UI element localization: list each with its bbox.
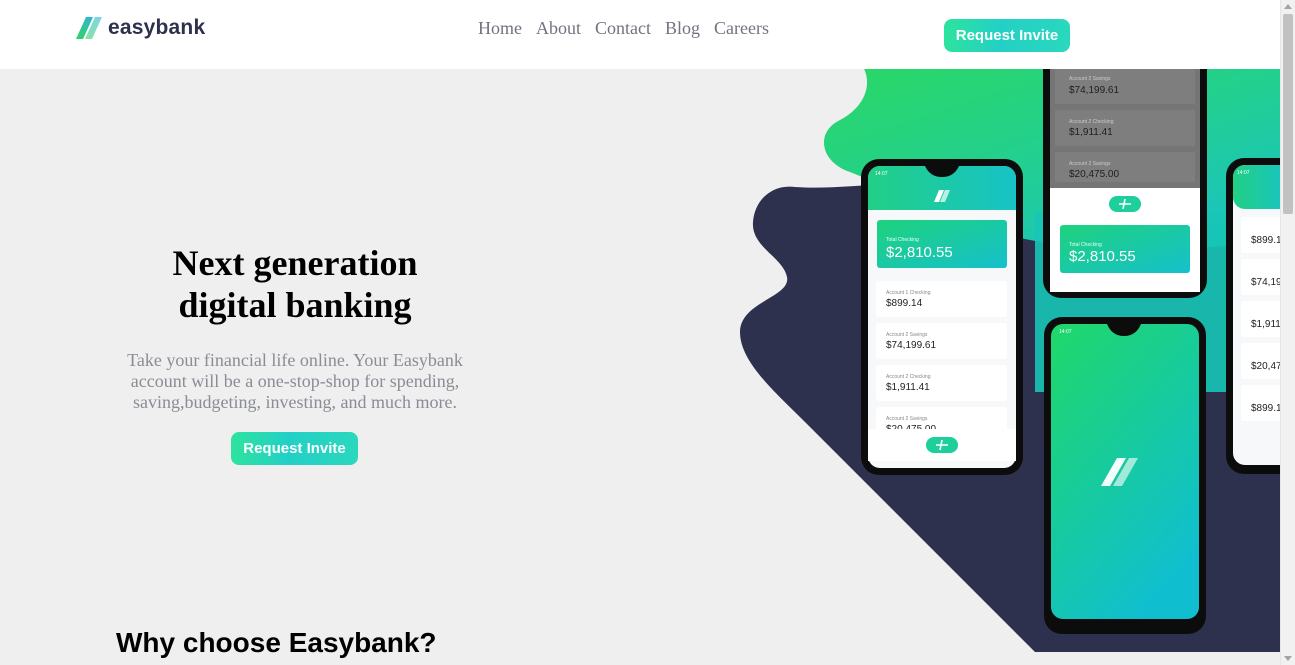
svg-text:Account 2 Savings: Account 2 Savings bbox=[1069, 76, 1111, 82]
hero-title-line1: Next generation bbox=[172, 243, 418, 283]
svg-text:Account 2 Checking: Account 2 Checking bbox=[1069, 119, 1114, 125]
why-choose-title: Why choose Easybank? bbox=[116, 627, 437, 658]
svg-text:$20,47: $20,47 bbox=[1251, 361, 1280, 372]
hero-title: Next generation digital banking bbox=[130, 242, 460, 326]
nav-blog[interactable]: Blog bbox=[665, 18, 700, 39]
svg-text:$2,810.55: $2,810.55 bbox=[1069, 248, 1136, 265]
svg-text:Account 2 Checking: Account 2 Checking bbox=[886, 374, 931, 380]
brand-name: easybank bbox=[108, 16, 206, 39]
phone-left-total-label: Total Checking bbox=[886, 237, 919, 243]
hero-title-line2: digital banking bbox=[178, 285, 412, 325]
hero-description: Take your financial life online. Your Ea… bbox=[127, 350, 463, 412]
svg-text:Account 2 Savings: Account 2 Savings bbox=[886, 332, 928, 338]
svg-text:Account 2 Savings: Account 2 Savings bbox=[1069, 161, 1111, 167]
svg-text:$1,911.: $1,911. bbox=[1251, 319, 1280, 330]
page-scrollbar[interactable] bbox=[1280, 0, 1295, 665]
scroll-thumb[interactable] bbox=[1283, 14, 1293, 214]
header-request-invite-button[interactable]: Request Invite bbox=[944, 19, 1070, 52]
scroll-down-icon[interactable] bbox=[1284, 656, 1292, 661]
phone-left-total-value: $2,810.55 bbox=[886, 244, 953, 261]
svg-text:$899.1: $899.1 bbox=[1251, 235, 1280, 246]
brand-logo[interactable]: easybank bbox=[76, 16, 205, 40]
phones-mockup-image: 14:07 Total Checking $2,810.55 Account 1… bbox=[740, 62, 1280, 652]
svg-text:14:07: 14:07 bbox=[1237, 170, 1250, 176]
svg-text:$74,199.61: $74,199.61 bbox=[1069, 85, 1119, 96]
svg-text:Account 1 Checking: Account 1 Checking bbox=[886, 290, 931, 296]
phone-right: 14:07 $899.1 $74,19 $1,911. $20,47 $899.… bbox=[1226, 158, 1280, 474]
phone-top: Account 2 Savings $74,199.61 Account 2 C… bbox=[1043, 62, 1207, 298]
nav-about[interactable]: About bbox=[536, 18, 581, 39]
svg-text:$1,911.41: $1,911.41 bbox=[1069, 127, 1113, 138]
svg-text:Account 2 Savings: Account 2 Savings bbox=[886, 416, 928, 422]
main-nav: Home About Contact Blog Careers bbox=[478, 18, 769, 39]
site-header: easybank Home About Contact Blog Careers… bbox=[0, 0, 1280, 69]
svg-text:$74,199.61: $74,199.61 bbox=[886, 340, 936, 351]
svg-text:$899.1: $899.1 bbox=[1251, 403, 1280, 414]
nav-home[interactable]: Home bbox=[478, 18, 522, 39]
nav-contact[interactable]: Contact bbox=[595, 18, 651, 39]
svg-text:$20,475.00: $20,475.00 bbox=[1069, 169, 1119, 180]
svg-text:$1,911.41: $1,911.41 bbox=[886, 382, 930, 393]
svg-text:14:07: 14:07 bbox=[1059, 329, 1072, 335]
logo-mark-icon bbox=[76, 17, 102, 39]
scroll-up-icon[interactable] bbox=[1284, 4, 1292, 9]
hero-illustration: 14:07 Total Checking $2,810.55 Account 1… bbox=[735, 62, 1280, 665]
phone-left-status-time: 14:07 bbox=[875, 171, 888, 177]
phone-left: 14:07 Total Checking $2,810.55 Account 1… bbox=[861, 159, 1023, 475]
hero-request-invite-button[interactable]: Request Invite bbox=[231, 432, 358, 465]
nav-careers[interactable]: Careers bbox=[714, 18, 769, 39]
phone-bottom: 14:07 bbox=[1044, 317, 1206, 634]
svg-text:$899.14: $899.14 bbox=[886, 298, 923, 309]
svg-text:$74,19: $74,19 bbox=[1251, 277, 1280, 288]
